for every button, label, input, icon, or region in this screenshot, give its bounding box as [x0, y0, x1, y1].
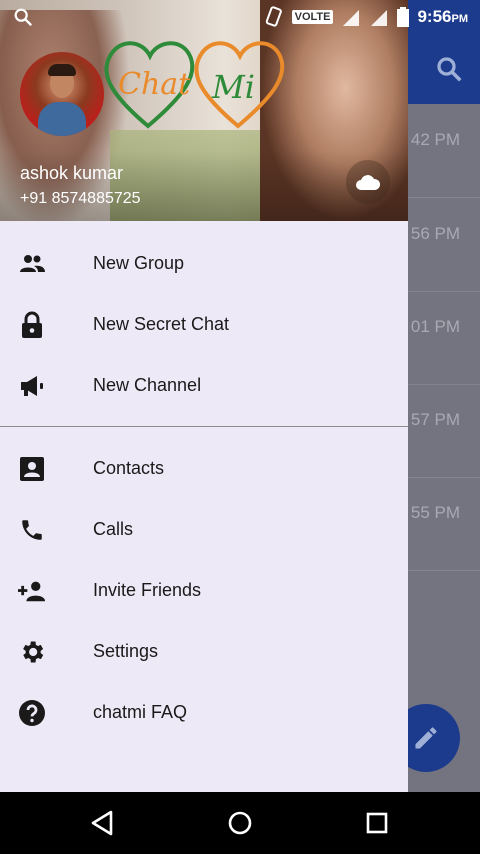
menu-item-settings[interactable]: Settings	[0, 621, 408, 682]
back-button[interactable]	[87, 808, 117, 838]
megaphone-icon	[18, 372, 46, 400]
recents-icon	[366, 812, 388, 834]
avatar[interactable]	[20, 52, 104, 136]
group-icon	[18, 250, 46, 278]
menu-item-contacts[interactable]: Contacts	[0, 438, 408, 499]
menu-item-label: Settings	[93, 641, 159, 661]
phone-icon	[18, 516, 46, 544]
navigation-bar	[0, 792, 480, 854]
person-add-icon	[18, 577, 46, 605]
chatmi-logo: Chat Mi	[104, 41, 285, 129]
menu-item-invite-friends[interactable]: Invite Friends	[0, 560, 408, 621]
menu-divider	[0, 426, 408, 427]
vibrate-icon	[265, 6, 282, 27]
volte-badge: VOLTE	[291, 10, 334, 24]
signal-icon	[343, 10, 360, 26]
menu-item-label: Calls	[93, 519, 134, 539]
search-icon[interactable]	[434, 54, 464, 84]
home-button[interactable]	[225, 808, 255, 838]
user-name: ashok kumar	[20, 163, 124, 183]
chat-time: 55 PM	[410, 503, 460, 522]
logo-text-chat: Chat	[118, 67, 191, 102]
chat-time: 56 PM	[410, 224, 460, 243]
menu-item-label: Contacts	[93, 458, 165, 478]
status-bar: VOLTE 9:56PM	[0, 0, 480, 34]
search-icon	[14, 8, 33, 27]
menu-item-label: New Channel	[93, 375, 202, 395]
chat-time: 01 PM	[410, 317, 460, 336]
menu-item-label: Invite Friends	[93, 580, 202, 600]
menu-item-calls[interactable]: Calls	[0, 499, 408, 560]
contact-card-icon	[18, 455, 46, 483]
clock: 9:56PM	[417, 7, 468, 26]
menu-item-new-channel[interactable]: New Channel	[0, 355, 408, 416]
battery-icon	[397, 7, 410, 27]
lock-icon	[18, 311, 46, 339]
menu-item-label: New Group	[93, 253, 185, 273]
cloud-icon	[356, 175, 381, 190]
signal-icon	[371, 10, 388, 26]
user-phone: +91 8574885725	[20, 190, 141, 207]
recents-button[interactable]	[362, 808, 392, 838]
pencil-icon	[415, 727, 437, 749]
menu-item-label: New Secret Chat	[93, 314, 230, 334]
chat-time: 57 PM	[410, 410, 460, 429]
chat-time: 42 PM	[410, 130, 460, 149]
gear-icon	[18, 638, 46, 666]
logo-text-mi: Mi	[211, 68, 255, 106]
back-icon	[91, 810, 113, 836]
menu-item-label: chatmi FAQ	[93, 702, 188, 722]
drawer-menu: New Group New Secret Chat New Channel Co…	[0, 233, 408, 743]
home-icon	[228, 811, 252, 835]
saved-messages-button[interactable]	[346, 160, 390, 204]
menu-item-new-secret-chat[interactable]: New Secret Chat	[0, 294, 408, 355]
menu-item-faq[interactable]: chatmi FAQ	[0, 682, 408, 743]
navigation-drawer: Chat Mi ashok kumar +91 8574885725 New G…	[0, 0, 408, 792]
menu-item-new-group[interactable]: New Group	[0, 233, 408, 294]
help-icon	[18, 699, 46, 727]
